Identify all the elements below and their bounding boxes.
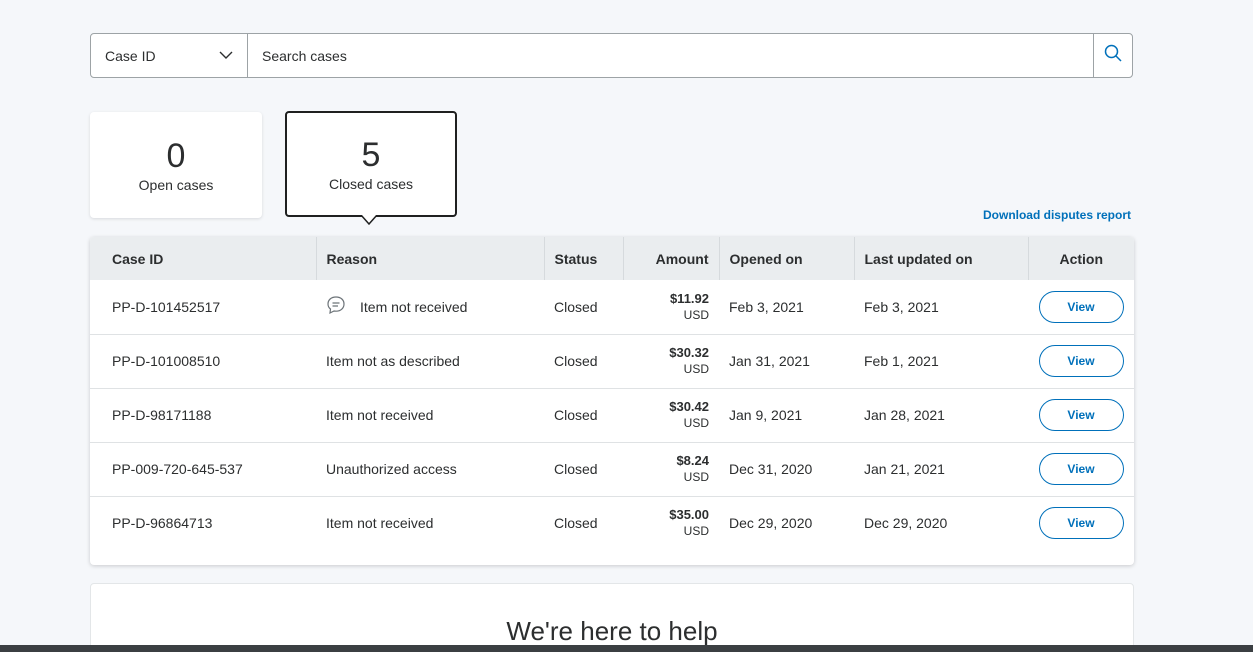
case-id-cell: PP-D-101452517 <box>112 298 221 315</box>
selected-card-caret <box>361 215 377 225</box>
closed-cases-card[interactable]: 5 Closed cases <box>285 111 457 217</box>
closed-cases-count: 5 <box>361 136 381 174</box>
amount-value: $11.92 <box>669 290 709 306</box>
last-updated-cell: Jan 21, 2021 <box>864 461 945 477</box>
amount-currency: USD <box>683 307 709 322</box>
status-cell: Closed <box>554 298 598 315</box>
amount-cell: $35.00 USD <box>623 496 719 550</box>
search-filter-dropdown[interactable]: Case ID <box>91 34 248 77</box>
status-cell: Closed <box>554 461 598 477</box>
disputes-page: Case ID 0 Open cases 5 Closed cases Down… <box>0 0 1253 652</box>
amount-value: $35.00 <box>669 507 709 523</box>
last-updated-cell: Feb 1, 2021 <box>864 353 939 369</box>
opened-on-cell: Dec 31, 2020 <box>729 461 813 477</box>
open-cases-card[interactable]: 0 Open cases <box>90 112 262 218</box>
table-row: PP-D-96864713 Item not received Closed $… <box>90 496 1134 550</box>
action-cell: View <box>1028 280 1134 334</box>
open-cases-label: Open cases <box>138 177 214 193</box>
action-cell: View <box>1028 496 1134 550</box>
status-cell: Closed <box>554 353 598 369</box>
reason-cell: Unauthorized access <box>326 461 457 477</box>
amount-cell: $30.42 USD <box>623 388 719 442</box>
header-amount: Amount <box>623 237 720 280</box>
reason-cell: Item not received <box>326 407 434 423</box>
reason-cell: Item not received <box>316 280 544 334</box>
table-row: PP-D-101452517 Item not received Closed … <box>90 280 1134 334</box>
search-bar: Case ID <box>90 33 1133 78</box>
case-id-cell: PP-D-96864713 <box>112 515 213 532</box>
header-action: Action <box>1059 250 1104 267</box>
header-opened-on: Opened on <box>719 237 855 280</box>
open-cases-count: 0 <box>166 137 186 175</box>
opened-on-cell: Dec 29, 2020 <box>729 515 813 532</box>
amount-value: $30.42 <box>669 399 709 414</box>
help-title: We're here to help <box>506 616 718 646</box>
message-bubble-icon <box>326 295 346 318</box>
status-cell: Closed <box>554 407 598 423</box>
search-filter-value: Case ID <box>105 47 156 64</box>
reason-cell: Item not received <box>326 515 434 532</box>
action-cell: View <box>1028 334 1134 388</box>
header-last-updated-on: Last updated on <box>854 237 1029 280</box>
amount-cell: $11.92 USD <box>623 280 719 334</box>
view-case-button[interactable]: View <box>1038 345 1124 377</box>
amount-currency: USD <box>683 470 709 484</box>
download-disputes-report-link[interactable]: Download disputes report <box>983 208 1131 222</box>
table-header-row: Case ID Reason Status Amount Opened on L… <box>90 237 1134 280</box>
cases-table: Case ID Reason Status Amount Opened on L… <box>90 237 1134 565</box>
search-button[interactable] <box>1093 34 1132 77</box>
amount-value: $8.24 <box>676 453 709 468</box>
status-cell: Closed <box>554 515 598 532</box>
amount-value: $30.32 <box>669 345 709 360</box>
bottom-bar <box>0 645 1253 652</box>
action-cell: View <box>1028 442 1134 496</box>
amount-cell: $8.24 USD <box>623 442 719 496</box>
closed-cases-label: Closed cases <box>328 176 414 192</box>
last-updated-cell: Dec 29, 2020 <box>864 515 948 532</box>
amount-currency: USD <box>683 362 709 376</box>
chevron-down-icon <box>219 49 233 63</box>
table-row: PP-D-101008510 Item not as described Clo… <box>90 334 1134 388</box>
view-case-button[interactable]: View <box>1038 399 1124 431</box>
search-icon <box>1104 44 1122 67</box>
help-section: We're here to help <box>90 583 1134 652</box>
amount-currency: USD <box>683 416 709 430</box>
view-case-button[interactable]: View <box>1038 453 1124 485</box>
action-cell: View <box>1028 388 1134 442</box>
case-id-cell: PP-009-720-645-537 <box>112 461 243 477</box>
search-input[interactable] <box>248 34 1093 77</box>
table-row: PP-009-720-645-537 Unauthorized access C… <box>90 442 1134 496</box>
case-id-cell: PP-D-101008510 <box>112 353 221 369</box>
header-status: Status <box>544 237 624 280</box>
opened-on-cell: Feb 3, 2021 <box>729 298 804 315</box>
amount-cell: $30.32 USD <box>623 334 719 388</box>
table-row: PP-D-98171188 Item not received Closed $… <box>90 388 1134 442</box>
header-reason: Reason <box>316 237 545 280</box>
header-case-id: Case ID <box>90 237 317 280</box>
view-case-button[interactable]: View <box>1038 507 1124 540</box>
last-updated-cell: Jan 28, 2021 <box>864 407 945 423</box>
reason-text: Item not received <box>360 298 468 315</box>
reason-cell: Item not as described <box>326 353 460 369</box>
opened-on-cell: Jan 31, 2021 <box>729 353 810 369</box>
case-id-cell: PP-D-98171188 <box>112 407 212 423</box>
view-case-button[interactable]: View <box>1038 290 1124 323</box>
amount-currency: USD <box>683 524 709 539</box>
opened-on-cell: Jan 9, 2021 <box>729 407 803 423</box>
last-updated-cell: Feb 3, 2021 <box>864 298 939 315</box>
